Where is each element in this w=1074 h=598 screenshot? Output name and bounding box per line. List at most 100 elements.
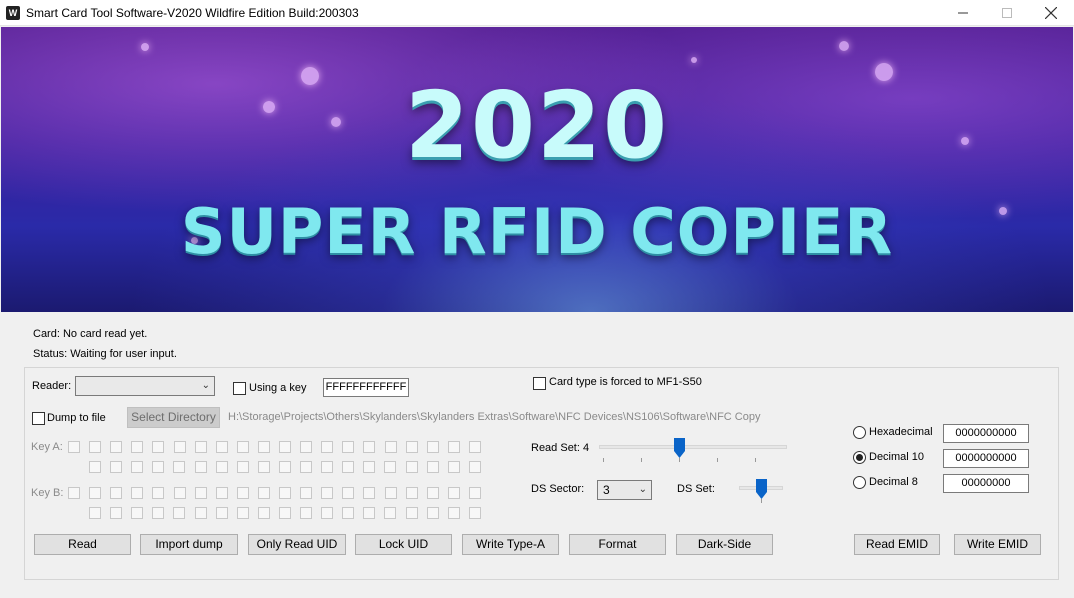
read-emid-button[interactable]: Read EMID <box>854 534 940 555</box>
key-byte-box <box>406 441 418 453</box>
key-byte-box <box>110 461 122 473</box>
hexadecimal-input[interactable]: 0000000000 <box>943 424 1029 443</box>
key-byte-box <box>131 461 143 473</box>
card-type-forced-checkbox[interactable] <box>533 376 546 391</box>
decimal-8-radio[interactable] <box>853 476 866 489</box>
banner-subtitle: SUPER RFID COPIER <box>180 195 894 268</box>
ds-sector-select[interactable]: 3 ⌄ <box>597 480 652 500</box>
key-byte-box <box>469 461 481 473</box>
decimal-10-radio[interactable] <box>853 451 866 464</box>
key-byte-box <box>258 441 270 453</box>
read-set-label: Read Set: 4 <box>531 442 590 454</box>
decimal-8-input[interactable]: 00000000 <box>943 474 1029 493</box>
key-byte-box <box>427 441 439 453</box>
key-byte-box <box>195 487 207 499</box>
key-byte-box <box>385 441 397 453</box>
lock-uid-button[interactable]: Lock UID <box>355 534 452 555</box>
key-byte-box <box>174 441 186 453</box>
window-title: Smart Card Tool Software-V2020 Wildfire … <box>26 6 359 20</box>
key-byte-box <box>342 461 354 473</box>
key-byte-box <box>300 487 312 499</box>
key-byte-box <box>131 441 143 453</box>
key-byte-box <box>216 461 228 473</box>
read-set-slider-thumb[interactable] <box>674 438 685 458</box>
banner-sparkle <box>691 57 697 63</box>
key-byte-box <box>321 487 333 499</box>
key-byte-box <box>363 461 375 473</box>
key-byte-box <box>469 441 481 453</box>
key-byte-box <box>258 461 270 473</box>
card-status-text: Card: No card read yet. <box>33 328 148 340</box>
key-byte-box <box>68 487 80 499</box>
key-byte-box <box>469 507 481 519</box>
key-byte-box <box>448 507 460 519</box>
key-byte-box <box>131 487 143 499</box>
close-icon[interactable] <box>1028 0 1074 26</box>
format-button[interactable]: Format <box>569 534 666 555</box>
key-byte-box <box>342 507 354 519</box>
read-button[interactable]: Read <box>34 534 131 555</box>
minimize-icon[interactable] <box>940 0 986 26</box>
key-byte-box <box>406 507 418 519</box>
decimal-10-label: Decimal 10 <box>869 451 925 463</box>
key-byte-box <box>89 441 101 453</box>
key-byte-box <box>174 487 186 499</box>
key-byte-box <box>427 461 439 473</box>
ds-sector-value: 3 <box>603 483 610 497</box>
banner-sparkle <box>839 41 849 51</box>
ds-set-slider-thumb[interactable] <box>756 479 767 499</box>
banner-sparkle <box>141 43 149 51</box>
key-byte-box <box>173 461 185 473</box>
key-byte-box <box>216 441 228 453</box>
title-bar: W Smart Card Tool Software-V2020 Wildfir… <box>0 0 1074 26</box>
key-byte-box <box>152 507 164 519</box>
key-byte-box <box>279 507 291 519</box>
key-byte-box <box>385 487 397 499</box>
key-byte-box <box>258 487 270 499</box>
key-byte-box <box>89 507 101 519</box>
key-byte-box <box>152 487 164 499</box>
hexadecimal-radio[interactable] <box>853 426 866 439</box>
key-byte-box <box>321 441 333 453</box>
key-byte-box <box>258 507 270 519</box>
key-byte-box <box>195 507 207 519</box>
write-emid-button[interactable]: Write EMID <box>954 534 1041 555</box>
key-byte-box <box>448 487 460 499</box>
key-byte-box <box>110 441 122 453</box>
hexadecimal-label: Hexadecimal <box>869 426 933 438</box>
key-byte-box <box>195 461 207 473</box>
key-byte-box <box>173 507 185 519</box>
key-byte-box <box>469 487 481 499</box>
key-byte-box <box>300 461 312 473</box>
key-byte-box <box>300 507 312 519</box>
import-dump-button[interactable]: Import dump <box>140 534 238 555</box>
banner-image: 2020 SUPER RFID COPIER <box>1 27 1073 312</box>
read-set-slider-track <box>599 445 787 449</box>
key-byte-box <box>384 461 396 473</box>
key-byte-box <box>384 507 396 519</box>
decimal-10-input[interactable]: 0000000000 <box>943 449 1029 468</box>
key-byte-box <box>427 507 439 519</box>
key-byte-box <box>216 507 228 519</box>
key-byte-box <box>89 461 101 473</box>
key-byte-box <box>321 461 333 473</box>
controls-panel: Reader: ⌄ Using a key FFFFFFFFFFFF Card … <box>24 367 1059 580</box>
key-byte-box <box>300 441 312 453</box>
maximize-icon[interactable] <box>984 0 1030 26</box>
key-byte-box <box>342 487 354 499</box>
banner-year: 2020 <box>404 72 670 179</box>
ds-set-label: DS Set: <box>677 483 715 495</box>
key-byte-box <box>68 441 80 453</box>
key-byte-box <box>195 441 207 453</box>
only-read-uid-button[interactable]: Only Read UID <box>248 534 346 555</box>
dark-side-button[interactable]: Dark-Side <box>676 534 773 555</box>
key-byte-box <box>152 441 164 453</box>
key-byte-box <box>279 487 291 499</box>
app-logo-icon: W <box>6 6 20 20</box>
key-byte-box <box>216 487 228 499</box>
key-byte-box <box>406 487 418 499</box>
key-grid <box>25 368 495 528</box>
write-type-a-button[interactable]: Write Type-A <box>462 534 559 555</box>
key-byte-box <box>237 461 249 473</box>
card-type-forced-label: Card type is forced to MF1-S50 <box>549 376 702 388</box>
